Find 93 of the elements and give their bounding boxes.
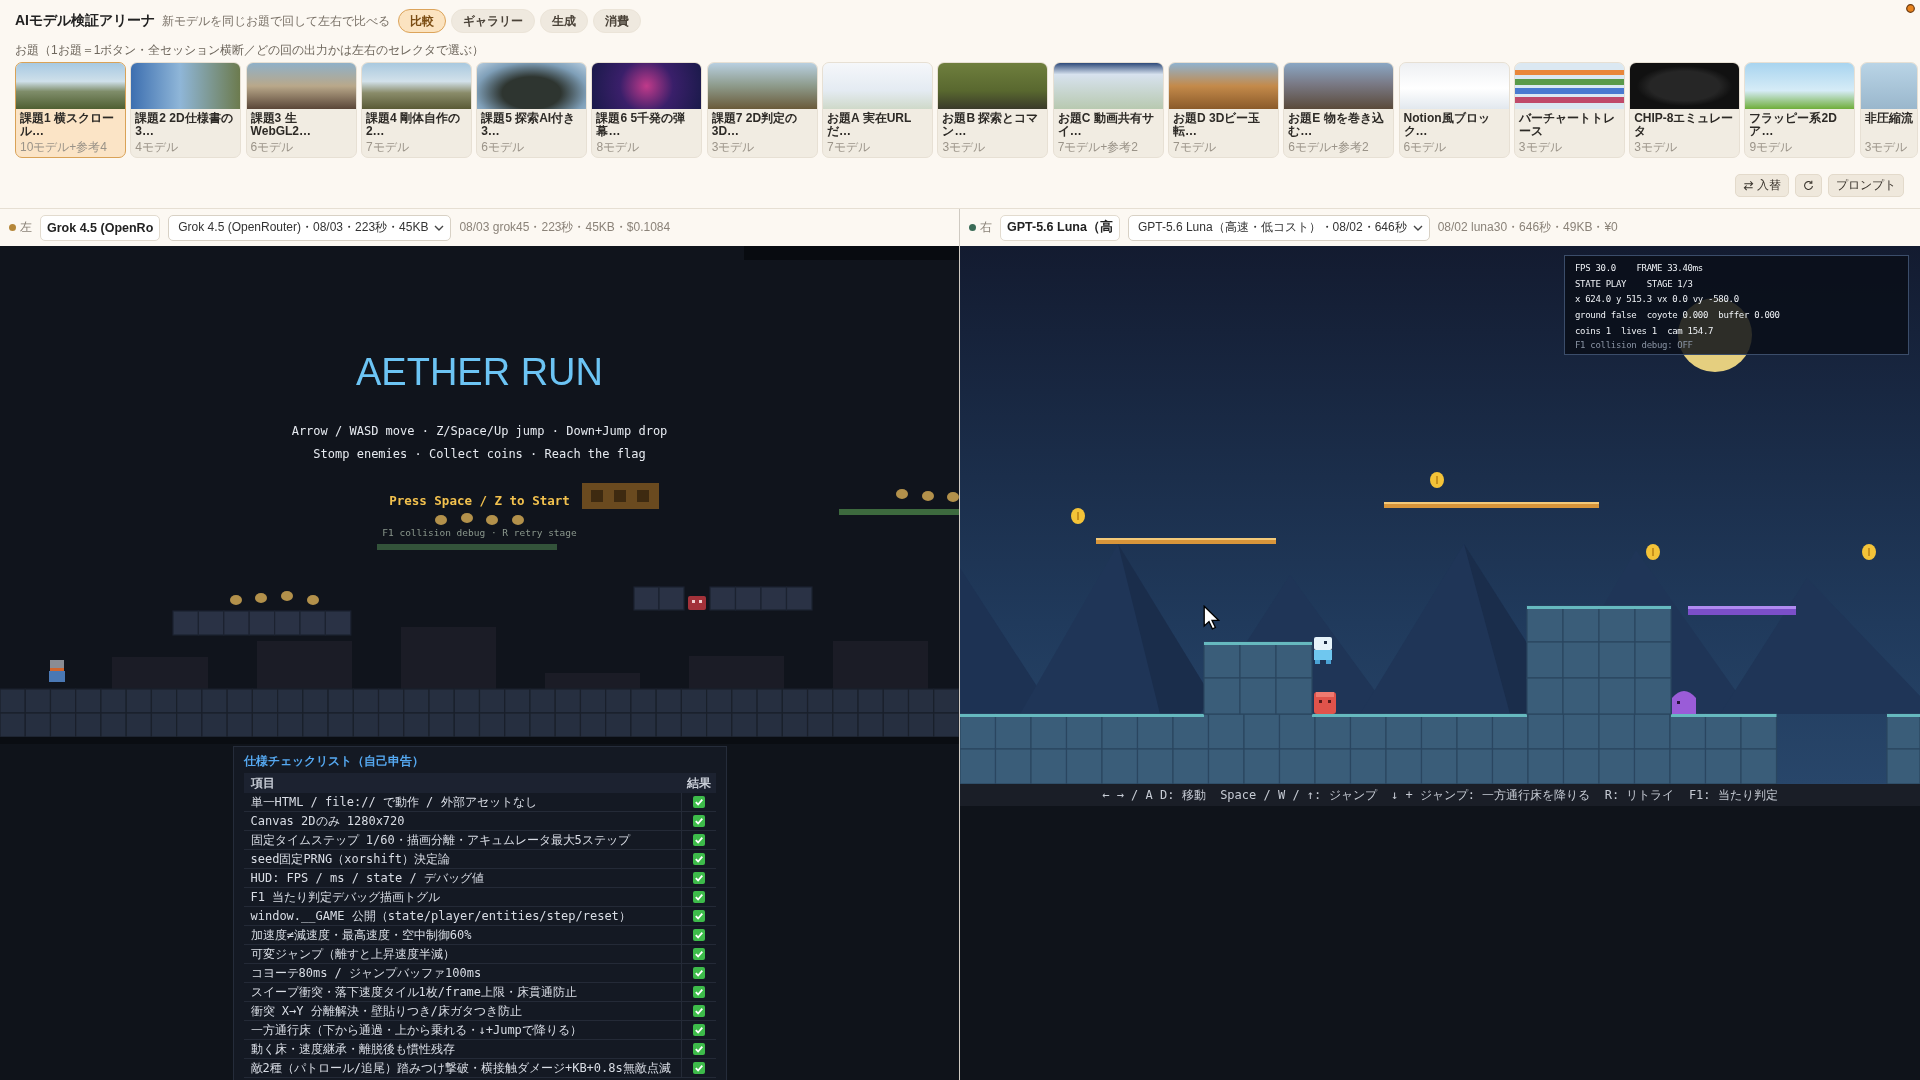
topic-card[interactable]: CHIP-8エミュレータ 3モデル [1629,62,1741,158]
app-subtitle: 新モデルを同じお題で回して左右で比べる [162,12,390,30]
topic-card[interactable]: お題D 3Dビー玉転… 7モデル [1167,62,1279,158]
topic-card[interactable]: お題A 実在URLだ… 7モデル [822,62,934,158]
table-cell: 可変ジャンプ（離すと上昇速度半減） [243,944,682,964]
table-cell: スイープ衝突・落下速度タイル1枚/frame上限・床貫通防止 [243,982,682,1002]
table-cell: 固定タイムステップ 1/60・描画分離・アキュムレータ最大5ステップ [243,830,682,850]
table-cell: 単一HTML / file:// で動作 / 外部アセットなし [243,793,682,812]
hud-text: STATE PLAY STAGE 1/3 [1575,277,1694,291]
topic-card[interactable]: 課題1 横スクロール… 10モデル+参考4 [15,62,126,158]
model-name-field[interactable]: GPT-5.6 Luna（高 [1000,214,1120,241]
coin-icon [281,591,293,601]
topic-card[interactable]: バーチャートトレース 3モデル [1513,62,1625,158]
hud-text: FPS 30.0 FRAME 33.40ms [1575,262,1704,275]
column-header: 項目 [243,773,682,793]
topic-card[interactable]: お題C 動画共有サイ… 7モデル+参考2 [1052,62,1164,158]
stone-platform [633,586,685,611]
topic-card[interactable]: 課題5 探索AI付き3… 6モデル [476,62,588,158]
hint-text: F1 collision debug · R retry stage [382,527,577,539]
table-cell: seed固定PRNG（xorshift）決定論 [243,849,682,869]
instructions-text: Stomp enemies · Collect coins · Reach the flag [313,446,646,463]
topic-card[interactable]: 課題4 剛体自作の2… 7モデル [360,62,472,158]
run-meta-text: 08/02 luna30・646秒・49KB・¥0 [1437,219,1618,236]
table-cell: window.__GAME 公開（state/player/entities/step/reset） [243,906,682,926]
mouse-cursor-icon [1203,605,1220,630]
coin-icon [1071,508,1085,524]
thumbnail-image [1860,63,1917,109]
checklist-title: 仕様チェックリスト（自己申告） [243,755,425,768]
table-cell: 敵2種（パトロール/追尾）踏みつけ撃破・横接触ダメージ+KB+0.8s無敵点滅 [243,1058,682,1078]
chevron-down-icon [434,224,445,231]
nav-tab[interactable]: 生成 [540,9,588,33]
controls-text: ← → / A D: 移動 Space / W / ↑: ジャンプ ↓ + ジャンプ: 一方通行床を降りる R: リトライ F1: 当たり判定 [1102,786,1778,804]
coin-icon [947,492,959,502]
hud-text: coins 1 lives 1 cam 154.7 [1575,324,1715,338]
instructions-text: Arrow / WASD move · Z/Space/Up jump · Down+Jump drop [291,423,668,440]
coin-icon [230,595,242,605]
hud-text: x 624.0 y 515.3 vx 0.0 vy -580.0 [1575,293,1740,307]
run-meta-text: 08/03 grok45・223秒・45KB・$0.1084 [459,219,671,236]
player-character [1314,637,1332,664]
coin-icon [307,595,319,605]
table-cell: 一方通行床（下から通過・上から乗れる・↓+Jumpで降りる） [243,1020,682,1040]
refresh-button[interactable] [1795,174,1822,197]
side-label: 右 [980,219,992,236]
topics-label: お題（1お題＝1ボタン・全セッション横断／どの回の出力かは左右のセレクタで選ぶ） [14,43,486,58]
topic-card[interactable]: 課題6 5千発の弾幕… 8モデル [591,62,703,158]
table-cell: 加速度≠減速度・最高速度・空中制御60% [243,925,682,945]
coin-icon [1646,544,1660,560]
table-cell: 動く床・速度継承・離脱後も慣性残存 [243,1039,682,1059]
chevron-down-icon [1412,224,1423,231]
nav-tab[interactable]: 比較 [398,9,446,33]
table-cell: F1 当たり判定デバッグ描画トグル [243,887,682,907]
table-cell: HUD: FPS / ms / state / デバッグ値 [243,868,682,888]
prompt-button[interactable]: プロンプト [1828,174,1904,197]
nav-tab[interactable]: ギャラリー [451,9,535,33]
side-label: 左 [20,219,32,236]
refresh-icon [1803,180,1814,191]
app-title: AIモデル検証アリーナ [15,12,155,30]
coin-icon [512,515,524,525]
coin-icon [896,489,908,499]
topic-card[interactable]: 課題3 生WebGL2… 6モデル [245,62,357,158]
table-cell: コヨーテ80ms / ジャンプバッファ100ms [243,963,682,983]
topic-card[interactable]: フラッピー系2Dア… 9モデル [1744,62,1856,158]
table-cell: Canvas 2Dのみ 1280x720 [243,811,682,831]
start-prompt: Press Space / Z to Start [389,492,570,510]
run-select[interactable]: Grok 4.5 (OpenRouter)・08/03・223秒・45KB [168,214,452,241]
hud-note: F1 collision debug: OFF [1575,339,1694,351]
topic-card[interactable]: お題B 探索とコマン… 3モデル [937,62,1049,158]
player-character [49,660,65,682]
run-select[interactable]: GPT-5.6 Luna（高速・低コスト）・08/02・646秒 [1127,214,1430,241]
column-header: 結果 [681,773,716,793]
enemy-character [1314,692,1336,714]
coin-icon [922,491,934,501]
topic-card[interactable]: 非圧縮流 3モデル [1859,62,1918,158]
swap-icon [1743,180,1754,191]
game-title: AETHER RUN [356,350,603,394]
topic-card[interactable]: 課題2 2D仕様書の3… 4モデル [130,62,242,158]
topic-card[interactable]: Notion風ブロック… 6モデル [1398,62,1510,158]
model-name-field[interactable]: Grok 4.5 (OpenRo [40,214,161,241]
coin-icon [435,515,447,525]
coin-icon [1430,472,1444,488]
hud-text: ground false coyote 0.000 buffer 0.000 [1575,309,1781,323]
status-dot-icon [1906,4,1915,13]
coin-icon [255,593,267,603]
coin-icon [1862,544,1876,560]
enemy-character [688,596,706,610]
nav-tab[interactable]: 消費 [593,9,641,33]
topic-card[interactable]: お題E 物を巻き込む… 6モデル+参考2 [1283,62,1395,158]
coin-icon [486,515,498,525]
table-cell: 衝突 X→Y 分離解決・壁貼りつき/床ガタつき防止 [243,1001,682,1021]
enemy-character [1672,691,1696,714]
swap-button[interactable]: 入替 [1735,174,1789,197]
coin-icon [461,513,473,523]
topic-card[interactable]: 課題7 2D判定の3D… 3モデル [706,62,818,158]
